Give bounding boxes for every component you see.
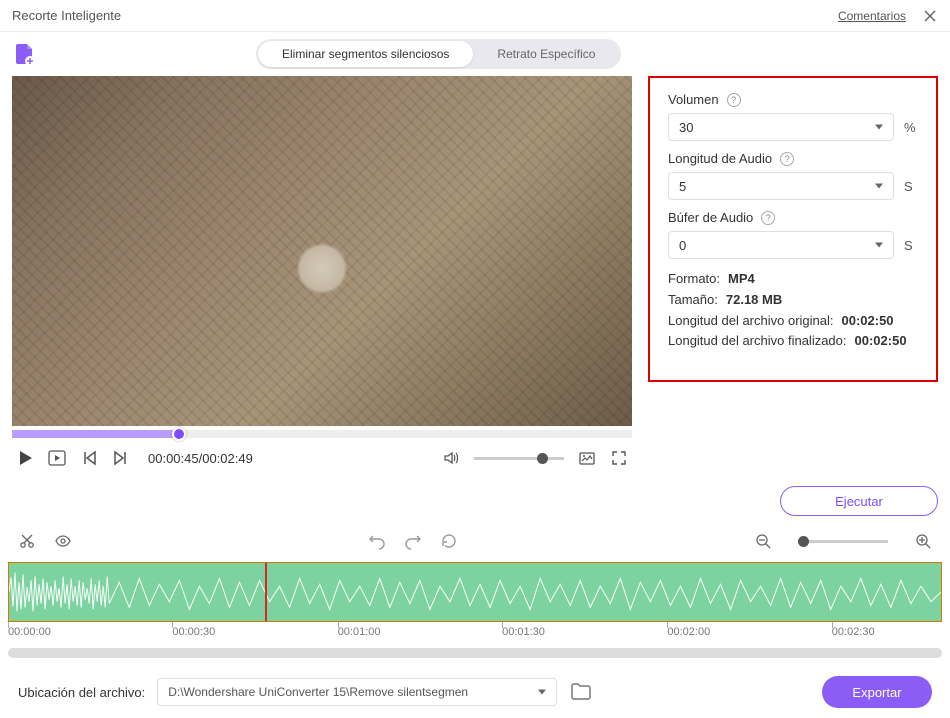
format-value: MP4 xyxy=(728,269,755,290)
preview-icon[interactable] xyxy=(54,532,72,550)
zoom-out-icon[interactable] xyxy=(754,532,772,550)
format-label: Formato: xyxy=(668,269,720,290)
play-range-button[interactable] xyxy=(48,449,66,467)
ruler-t2: 00:01:00 xyxy=(338,626,381,638)
size-value: 72.18 MB xyxy=(726,290,782,311)
ruler-t0: 00:00:00 xyxy=(8,626,51,638)
open-folder-button[interactable] xyxy=(569,680,593,704)
orig-length-value: 00:02:50 xyxy=(842,311,894,332)
redo-icon[interactable] xyxy=(404,532,422,550)
audio-length-select[interactable]: 5 xyxy=(668,172,894,200)
orig-length-label: Longitud del archivo original: xyxy=(668,311,834,332)
seek-bar[interactable] xyxy=(12,430,632,438)
volume-unit: % xyxy=(904,120,918,135)
prev-button[interactable] xyxy=(80,449,98,467)
ruler-t3: 00:01:30 xyxy=(502,626,545,638)
cut-icon[interactable] xyxy=(18,532,36,550)
output-path-select[interactable]: D:\Wondershare UniConverter 15\Remove si… xyxy=(157,678,557,706)
size-label: Tamaño: xyxy=(668,290,718,311)
audio-buffer-unit: S xyxy=(904,238,918,253)
volume-select[interactable]: 30 xyxy=(668,113,894,141)
volume-help-icon[interactable]: ? xyxy=(727,93,741,107)
play-button[interactable] xyxy=(16,449,34,467)
mode-tabs: Eliminar segmentos silenciosos Retrato E… xyxy=(256,39,621,69)
audio-length-unit: S xyxy=(904,179,918,194)
tab-remove-silence[interactable]: Eliminar segmentos silenciosos xyxy=(258,41,473,67)
ruler-t4: 00:02:00 xyxy=(667,626,710,638)
volume-slider[interactable] xyxy=(474,457,564,460)
time-display: 00:00:45/00:02:49 xyxy=(148,451,253,466)
run-row: Ejecutar xyxy=(0,478,950,516)
timeline-toolbar xyxy=(0,522,950,560)
export-button[interactable]: Exportar xyxy=(822,676,932,708)
zoom-slider[interactable] xyxy=(798,540,888,543)
snapshot-button[interactable] xyxy=(578,449,596,467)
next-button[interactable] xyxy=(112,449,130,467)
undo-icon[interactable] xyxy=(368,532,386,550)
param-audio-buffer: Búfer de Audio? 0 S xyxy=(668,210,918,259)
toolbar: Eliminar segmentos silenciosos Retrato E… xyxy=(0,32,950,76)
param-audio-length: Longitud de Audio? 5 S xyxy=(668,151,918,200)
parameters-panel: Volumen? 30 % Longitud de Audio? 5 S Búf… xyxy=(648,76,938,382)
volume-icon[interactable] xyxy=(442,449,460,467)
playhead[interactable] xyxy=(265,562,267,622)
audio-length-label: Longitud de Audio xyxy=(668,151,772,166)
refresh-icon[interactable] xyxy=(440,532,458,550)
titlebar: Recorte Inteligente Comentarios xyxy=(0,0,950,32)
run-button[interactable]: Ejecutar xyxy=(780,486,938,516)
footer: Ubicación del archivo: D:\Wondershare Un… xyxy=(0,666,950,718)
window-title: Recorte Inteligente xyxy=(12,8,838,23)
add-file-icon[interactable] xyxy=(12,42,36,66)
video-column: 00:00:45/00:02:49 xyxy=(12,76,632,478)
param-volume: Volumen? 30 % xyxy=(668,92,918,141)
comments-link[interactable]: Comentarios xyxy=(838,9,906,23)
final-length-label: Longitud del archivo finalizado: xyxy=(668,331,847,352)
player-controls: 00:00:45/00:02:49 xyxy=(12,438,632,478)
time-ruler: 00:00:00 00:00:30 00:01:00 00:01:30 00:0… xyxy=(8,626,942,648)
video-preview[interactable] xyxy=(12,76,632,426)
ruler-t5: 00:02:30 xyxy=(832,626,875,638)
audio-length-help-icon[interactable]: ? xyxy=(780,152,794,166)
audio-buffer-label: Búfer de Audio xyxy=(668,210,753,225)
audio-buffer-help-icon[interactable]: ? xyxy=(761,211,775,225)
waveform[interactable] xyxy=(8,562,942,622)
timeline-scrollbar[interactable] xyxy=(8,648,942,658)
zoom-in-icon[interactable] xyxy=(914,532,932,550)
tab-specific-portrait[interactable]: Retrato Específico xyxy=(473,41,619,67)
final-length-value: 00:02:50 xyxy=(855,331,907,352)
volume-label: Volumen xyxy=(668,92,719,107)
main: 00:00:45/00:02:49 Volumen? 30 % Longitud… xyxy=(0,76,950,478)
fullscreen-button[interactable] xyxy=(610,449,628,467)
location-label: Ubicación del archivo: xyxy=(18,685,145,700)
ruler-t1: 00:00:30 xyxy=(172,626,215,638)
close-button[interactable] xyxy=(922,8,938,24)
audio-buffer-select[interactable]: 0 xyxy=(668,231,894,259)
file-meta: Formato: MP4 Tamaño: 72.18 MB Longitud del… xyxy=(668,269,918,352)
